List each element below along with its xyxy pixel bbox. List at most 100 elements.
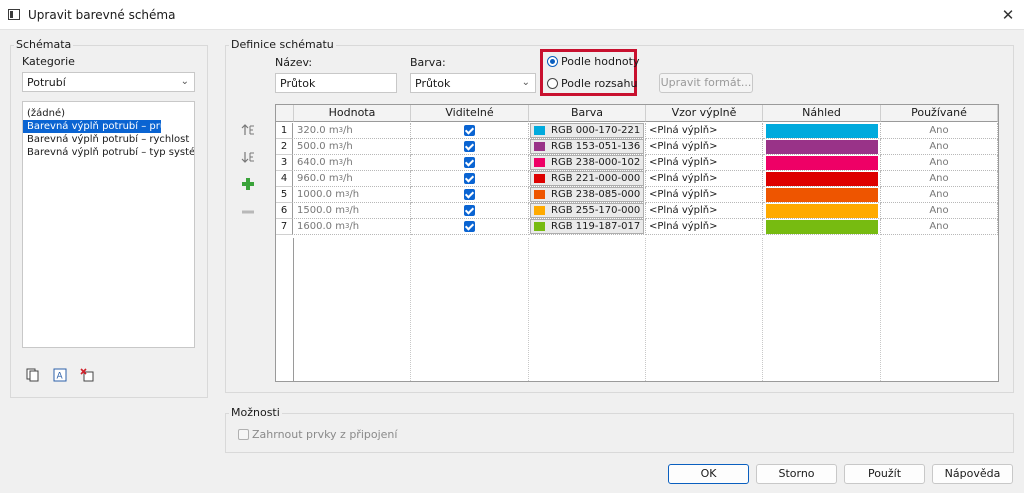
duplicate-icon[interactable] — [26, 368, 40, 382]
color-swatch — [534, 190, 545, 199]
value-text: 1000.0 — [297, 189, 332, 200]
category-label: Kategorie — [22, 55, 75, 68]
color-button[interactable]: RGB 119-187-017 — [530, 219, 644, 234]
row-number[interactable]: 5 — [276, 187, 293, 203]
unit-suffix: /h — [343, 157, 353, 168]
column-divider — [410, 238, 411, 381]
visible-checkbox[interactable] — [464, 189, 475, 200]
scheme-item-selected[interactable]: Barevná výplň potrubí – průtok — [23, 120, 161, 133]
color-button[interactable]: RGB 000-170-221 — [530, 123, 644, 138]
color-button[interactable]: RGB 238-000-102 — [530, 155, 644, 170]
fill-pattern-cell[interactable]: <Plná výplň> — [646, 139, 763, 155]
visible-checkbox[interactable] — [464, 173, 475, 184]
unit-suffix: /h — [349, 189, 360, 200]
color-swatch — [534, 142, 545, 151]
color-swatch — [534, 206, 545, 215]
move-down-icon[interactable] — [241, 150, 255, 164]
rename-icon[interactable]: A — [53, 368, 67, 382]
row-number[interactable]: 1 — [276, 123, 293, 139]
app-icon — [8, 9, 20, 20]
visible-checkbox[interactable] — [464, 141, 475, 152]
preview-cell — [763, 123, 881, 139]
visible-checkbox[interactable] — [464, 205, 475, 216]
add-icon[interactable] — [241, 177, 255, 191]
category-select[interactable]: Potrubí ⌄ — [22, 72, 195, 92]
fill-pattern-cell[interactable]: <Plná výplň> — [646, 123, 763, 139]
scheme-item[interactable]: (žádné) — [23, 107, 194, 120]
move-up-icon[interactable] — [241, 123, 255, 137]
color-cell: RGB 221-000-000 — [529, 171, 646, 187]
fill-pattern-cell[interactable]: <Plná výplň> — [646, 203, 763, 219]
column-header-pattern[interactable]: Vzor výplně — [646, 105, 763, 122]
edit-format-button[interactable]: Upravit formát... — [659, 73, 753, 93]
by-value-label[interactable]: Podle hodnoty — [561, 55, 639, 68]
preview-cell — [763, 187, 881, 203]
column-header-value[interactable]: Hodnota — [294, 105, 411, 122]
color-value: RGB 221-000-000 — [551, 173, 641, 184]
apply-button[interactable]: Použít — [844, 464, 925, 484]
include-linked-label[interactable]: Zahrnout prvky z připojení — [252, 428, 397, 441]
visible-cell — [411, 139, 529, 155]
color-preview — [766, 156, 878, 170]
window-title: Upravit barevné schéma — [28, 8, 176, 22]
preview-cell — [763, 219, 881, 235]
scheme-item[interactable]: Barevná výplň potrubí – typ systému — [23, 146, 194, 159]
color-cell: RGB 238-000-102 — [529, 155, 646, 171]
visible-checkbox[interactable] — [464, 125, 475, 136]
preview-cell — [763, 171, 881, 187]
color-select[interactable]: Průtok ⌄ — [410, 73, 536, 93]
value-cell[interactable]: 500.0 m3/h — [294, 139, 411, 155]
column-header-visible[interactable]: Viditelné — [411, 105, 529, 122]
color-button[interactable]: RGB 221-000-000 — [530, 171, 644, 186]
title-bar: Upravit barevné schéma ✕ — [0, 0, 1024, 30]
column-header-color[interactable]: Barva — [529, 105, 646, 122]
color-cell: RGB 119-187-017 — [529, 219, 646, 235]
color-preview — [766, 172, 878, 186]
value-cell[interactable]: 1000.0 m3/h — [294, 187, 411, 203]
ok-button[interactable]: OK — [668, 464, 749, 484]
cancel-button[interactable]: Storno — [756, 464, 837, 484]
value-text: 960.0 — [297, 173, 326, 184]
visible-checkbox[interactable] — [464, 157, 475, 168]
help-button[interactable]: Nápověda — [932, 464, 1013, 484]
column-header-used[interactable]: Používané — [881, 105, 998, 122]
color-value: RGB 119-187-017 — [551, 221, 641, 232]
close-button[interactable]: ✕ — [996, 3, 1020, 27]
color-label: Barva: — [410, 56, 446, 69]
remove-icon[interactable] — [241, 205, 255, 219]
svg-text:A: A — [57, 372, 64, 382]
value-cell[interactable]: 960.0 m3/h — [294, 171, 411, 187]
preview-cell — [763, 203, 881, 219]
column-divider — [528, 238, 529, 381]
by-range-label[interactable]: Podle rozsahu — [561, 77, 637, 90]
color-swatch — [534, 174, 545, 183]
category-select-value: Potrubí — [27, 76, 66, 89]
color-button[interactable]: RGB 255-170-000 — [530, 203, 644, 218]
include-linked-checkbox[interactable] — [238, 429, 249, 440]
scheme-item[interactable]: Barevná výplň potrubí – rychlost — [23, 133, 194, 146]
unit-suffix: /h — [343, 125, 353, 136]
color-button[interactable]: RGB 238-085-000 — [530, 187, 644, 202]
fill-pattern-cell[interactable]: <Plná výplň> — [646, 219, 763, 235]
row-number[interactable]: 2 — [276, 139, 293, 155]
value-text: 1600.0 — [297, 221, 332, 232]
delete-icon[interactable] — [80, 368, 94, 382]
row-number[interactable]: 6 — [276, 203, 293, 219]
row-number[interactable]: 7 — [276, 219, 293, 235]
visible-checkbox[interactable] — [464, 221, 475, 232]
value-cell[interactable]: 640.0 m3/h — [294, 155, 411, 171]
scheme-list[interactable]: (žádné) Barevná výplň potrubí – průtok B… — [22, 101, 195, 348]
name-input[interactable]: Průtok — [275, 73, 397, 93]
column-header-preview[interactable]: Náhled — [763, 105, 881, 122]
value-cell[interactable]: 1500.0 m3/h — [294, 203, 411, 219]
row-number[interactable]: 4 — [276, 171, 293, 187]
value-cell[interactable]: 320.0 m3/h — [294, 123, 411, 139]
fill-pattern-cell[interactable]: <Plná výplň> — [646, 155, 763, 171]
color-button[interactable]: RGB 153-051-136 — [530, 139, 644, 154]
row-number[interactable]: 3 — [276, 155, 293, 171]
value-cell[interactable]: 1600.0 m3/h — [294, 219, 411, 235]
fill-pattern-cell[interactable]: <Plná výplň> — [646, 171, 763, 187]
fill-pattern-cell[interactable]: <Plná výplň> — [646, 187, 763, 203]
by-value-radio[interactable] — [547, 56, 558, 67]
by-range-radio[interactable] — [547, 78, 558, 89]
